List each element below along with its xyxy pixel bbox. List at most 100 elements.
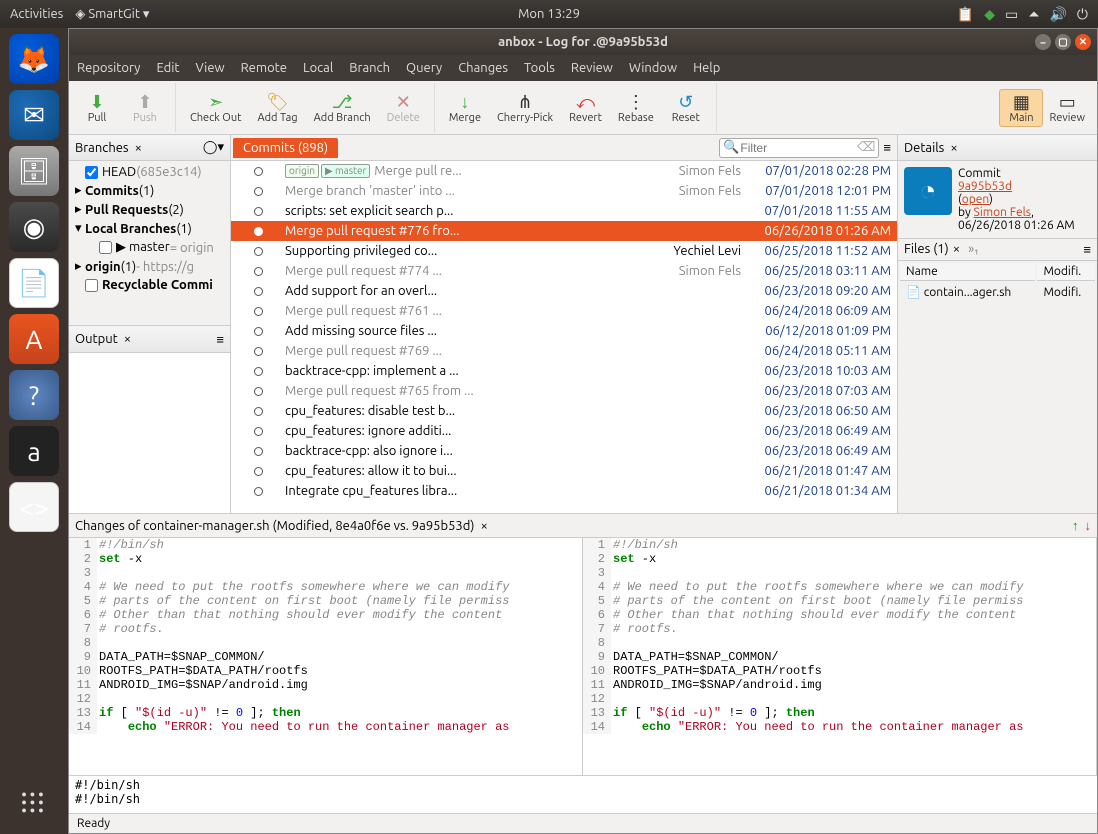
menu-repository[interactable]: Repository <box>77 61 140 75</box>
col-modified[interactable]: Modifi. <box>1037 263 1095 281</box>
commit-hash-link[interactable]: 9a95b53d <box>958 180 1012 193</box>
menu-edit[interactable]: Edit <box>156 61 179 75</box>
clear-icon[interactable]: ⌫ <box>857 140 875 155</box>
diff-tab[interactable]: Changes of container-manager.sh (Modifie… <box>75 519 474 533</box>
clock[interactable]: Mon 13:29 <box>518 7 580 21</box>
revert-button[interactable]: ⤺Revert <box>563 90 608 126</box>
commit-row[interactable]: Add missing source files ...06/12/2018 0… <box>231 321 897 341</box>
menu-window[interactable]: Window <box>629 61 677 75</box>
checkout-button[interactable]: ➣Check Out <box>184 90 247 126</box>
menu-remote[interactable]: Remote <box>241 61 287 75</box>
commit-row[interactable]: Integrate cpu_features libra...06/21/201… <box>231 481 897 501</box>
commit-list[interactable]: origin▶ masterMerge pull re...Simon Fels… <box>231 161 897 513</box>
diff-right[interactable]: 1#!/bin/sh2set -x34# We need to put the … <box>583 538 1097 775</box>
review-view-button[interactable]: ▭Review <box>1043 89 1091 127</box>
filter-input[interactable] <box>719 138 879 158</box>
network-icon[interactable]: ⏶ <box>1028 6 1039 23</box>
amazon-icon[interactable]: a <box>9 426 59 476</box>
reset-button[interactable]: ↺Reset <box>664 90 708 126</box>
keyboard-icon[interactable]: 📋 <box>957 6 974 23</box>
libreoffice-writer-icon[interactable]: 📄 <box>9 258 59 308</box>
commit-row[interactable]: Merge branch 'master' into ...Simon Fels… <box>231 181 897 201</box>
next-diff-icon[interactable]: ↓ <box>1085 518 1092 533</box>
menu-tools[interactable]: Tools <box>524 61 555 75</box>
app-indicator[interactable]: ◈ SmartGit ▾ <box>75 7 149 22</box>
commit-row[interactable]: Merge pull request #765 from ...06/23/20… <box>231 381 897 401</box>
show-apps-icon[interactable]: ●●●●●●●●● <box>21 790 46 814</box>
commit-row[interactable]: cpu_features: disable test b...06/23/201… <box>231 401 897 421</box>
menu-help[interactable]: Help <box>693 61 720 75</box>
cherrypick-button[interactable]: ⋔Cherry-Pick <box>491 90 559 126</box>
commit-row[interactable]: Merge pull request #761 ...06/24/2018 06… <box>231 301 897 321</box>
tree-item[interactable]: ▾Local Branches (1) <box>71 219 228 238</box>
tree-item[interactable]: ▸Commits (1) <box>71 181 228 200</box>
commit-row[interactable]: Merge pull request #774 ...Simon Fels06/… <box>231 261 897 281</box>
files-tab[interactable]: Files (1) <box>904 242 949 257</box>
delete-button[interactable]: ✕Delete <box>381 90 426 126</box>
push-button[interactable]: ⬆Push <box>123 90 167 126</box>
rebase-button[interactable]: ⋮Rebase <box>612 90 660 126</box>
titlebar[interactable]: anbox - Log for .@9a95b53d – ▢ ✕ <box>69 29 1097 55</box>
close-icon[interactable]: × <box>953 242 960 257</box>
details-header[interactable]: Details× <box>898 135 1097 161</box>
menu-review[interactable]: Review <box>571 61 613 75</box>
maximize-button[interactable]: ▢ <box>1055 34 1071 50</box>
tree-item[interactable]: ▶ master = origin <box>71 238 228 257</box>
menu-local[interactable]: Local <box>303 61 333 75</box>
tree-item[interactable]: ▸Pull Requests (2) <box>71 200 228 219</box>
merge-button[interactable]: ↓Merge <box>443 90 487 126</box>
commit-row[interactable]: origin▶ masterMerge pull re...Simon Fels… <box>231 161 897 181</box>
rhythmbox-icon[interactable]: ◉ <box>9 202 59 252</box>
commit-row[interactable]: cpu_features: ignore additi...06/23/2018… <box>231 421 897 441</box>
displays-icon[interactable]: ▭ <box>1005 6 1018 23</box>
pull-button[interactable]: ⬇Pull <box>75 90 119 126</box>
commit-row[interactable]: Merge pull request #776 fro...06/26/2018… <box>231 221 897 241</box>
col-name[interactable]: Name <box>900 263 1035 281</box>
smartgit-icon[interactable]: <> <box>9 482 59 532</box>
hamburger-icon[interactable]: ≡ <box>883 140 891 155</box>
branches-tree[interactable]: HEAD (685e3c14)▸Commits (1)▸Pull Request… <box>69 161 230 325</box>
close-icon[interactable]: × <box>124 332 131 346</box>
power-icon[interactable]: ⏻ <box>1077 6 1088 23</box>
thunderbird-icon[interactable]: ✉ <box>9 90 59 140</box>
close-icon[interactable]: × <box>950 141 957 155</box>
menu-branch[interactable]: Branch <box>349 61 390 75</box>
hamburger-icon[interactable]: ≡ <box>216 332 224 347</box>
tree-item[interactable]: HEAD (685e3c14) <box>71 163 228 181</box>
commit-row[interactable]: backtrace-cpp: also ignore i...06/23/201… <box>231 441 897 461</box>
github-icon[interactable]: ◯ <box>203 140 218 155</box>
author-link[interactable]: Simon Fels <box>974 206 1031 219</box>
menu-view[interactable]: View <box>196 61 225 75</box>
close-icon[interactable]: × <box>480 519 487 533</box>
output-header[interactable]: Output× ≡ <box>69 325 230 353</box>
close-icon[interactable]: × <box>135 141 142 155</box>
activities-button[interactable]: Activities <box>10 7 63 22</box>
help-icon[interactable]: ? <box>9 370 59 420</box>
open-link[interactable]: open <box>962 193 989 206</box>
addbranch-button[interactable]: ⎇Add Branch <box>308 90 377 126</box>
shield-icon[interactable]: ◆ <box>984 6 995 23</box>
commit-row[interactable]: scripts: set explicit search p...07/01/2… <box>231 201 897 221</box>
commit-row[interactable]: Supporting privileged co...Yechiel Levi0… <box>231 241 897 261</box>
commit-row[interactable]: backtrace-cpp: implement a ...06/23/2018… <box>231 361 897 381</box>
commit-row[interactable]: Merge pull request #769 ...06/24/2018 05… <box>231 341 897 361</box>
menu-query[interactable]: Query <box>406 61 442 75</box>
firefox-icon[interactable]: 🦊 <box>9 34 59 84</box>
commits-tab[interactable]: Commits (898) <box>233 138 338 158</box>
tree-item[interactable]: Recyclable Commi <box>71 276 228 294</box>
minimize-button[interactable]: – <box>1035 34 1051 50</box>
main-view-button[interactable]: ▦Main <box>999 89 1043 127</box>
hamburger-icon[interactable]: ≡ <box>1083 242 1091 257</box>
file-row[interactable]: 📄 contain...ager.shModifi. <box>900 283 1095 301</box>
volume-icon[interactable]: 🔊 <box>1049 6 1066 23</box>
prev-diff-icon[interactable]: ↑ <box>1072 518 1079 533</box>
addtag-button[interactable]: 🏷Add Tag <box>251 90 303 126</box>
close-button[interactable]: ✕ <box>1075 34 1091 50</box>
dropdown-icon[interactable]: ▾ <box>217 140 224 155</box>
menu-changes[interactable]: Changes <box>458 61 508 75</box>
branches-header[interactable]: Branches× ◯ ▾ <box>69 135 230 161</box>
files-icon[interactable]: 🗄 <box>9 146 59 196</box>
diff-left[interactable]: 1#!/bin/sh2set -x34# We need to put the … <box>69 538 583 775</box>
software-center-icon[interactable]: A <box>9 314 59 364</box>
tree-item[interactable]: ▸origin (1) - https://g <box>71 257 228 276</box>
